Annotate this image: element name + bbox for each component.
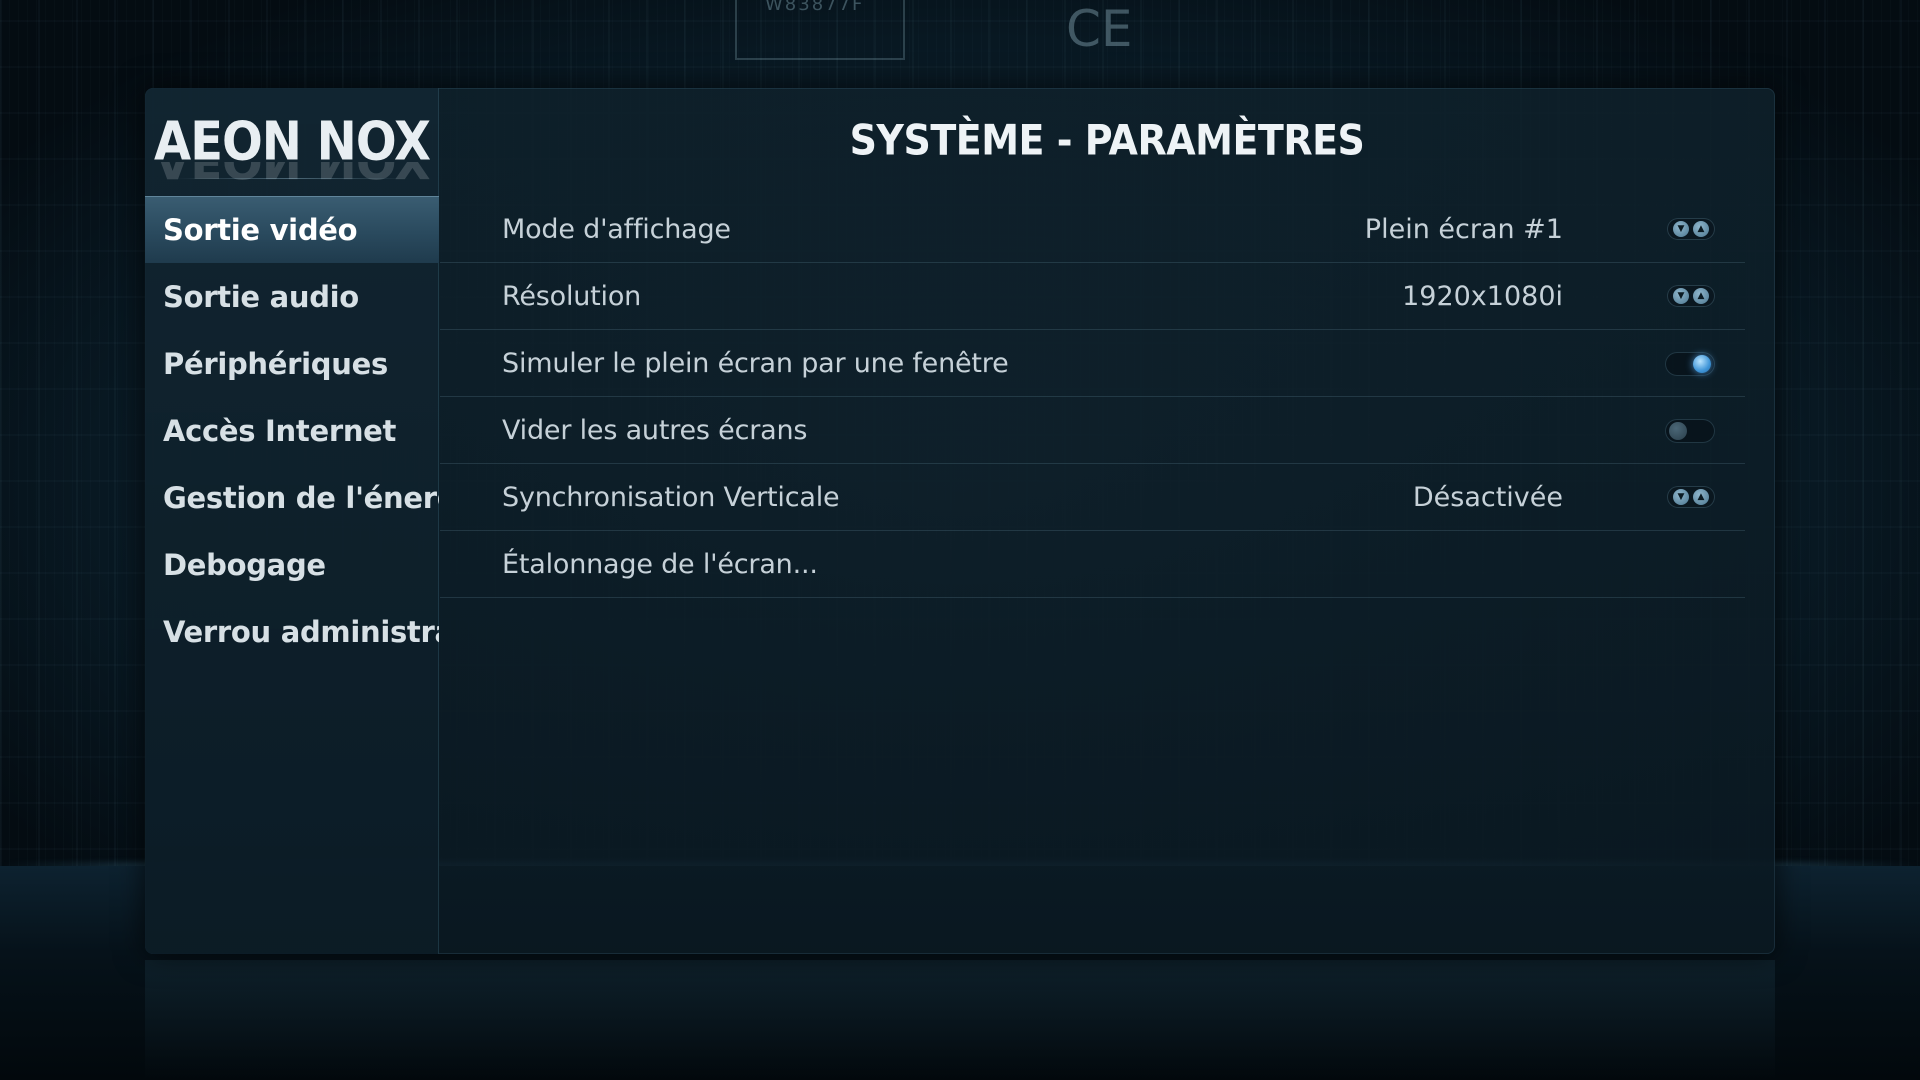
background-chip-label: W83877F xyxy=(765,0,865,15)
setting-row-mode-affichage[interactable]: Mode d'affichage Plein écran #1 ▼ ▲ xyxy=(440,196,1745,263)
sidebar-item-sortie-video[interactable]: Sortie vidéo xyxy=(145,196,439,263)
chevron-down-icon[interactable]: ▼ xyxy=(1673,288,1689,304)
setting-label: Résolution xyxy=(502,280,642,312)
value-spinner: ▼ ▲ xyxy=(1667,218,1715,240)
chevron-up-icon[interactable]: ▲ xyxy=(1693,288,1709,304)
toggle-knob xyxy=(1693,355,1711,373)
chevron-up-icon[interactable]: ▲ xyxy=(1693,221,1709,237)
settings-panel: AEON NOX AEON NOX Sortie vidéo Sortie au… xyxy=(145,88,1775,954)
sidebar-item-verrou-administrateur[interactable]: Verrou administra... xyxy=(145,598,439,665)
sidebar-item-acces-internet[interactable]: Accès Internet xyxy=(145,397,439,464)
setting-label: Vider les autres écrans xyxy=(502,414,808,446)
setting-row-etalonnage-ecran[interactable]: Étalonnage de l'écran... xyxy=(440,531,1745,598)
logo-reflection: AEON NOX xyxy=(145,162,439,184)
setting-row-synchronisation-verticale[interactable]: Synchronisation Verticale Désactivée ▼ ▲ xyxy=(440,464,1745,531)
skin-background: W83877F CE AEON NOX AEON NOX Sortie vidé… xyxy=(0,0,1920,1080)
toggle-switch[interactable] xyxy=(1665,352,1715,376)
toggle-switch[interactable] xyxy=(1665,419,1715,443)
settings-list: Mode d'affichage Plein écran #1 ▼ ▲ Réso… xyxy=(440,196,1745,598)
setting-value: 1920x1080i xyxy=(1402,280,1563,312)
sidebar-item-gestion-energie[interactable]: Gestion de l'énergie xyxy=(145,464,439,531)
sidebar-item-label: Gestion de l'énergie xyxy=(163,480,439,515)
sidebar-item-label: Sortie audio xyxy=(163,279,359,314)
sidebar-nav: Sortie vidéo Sortie audio Périphériques … xyxy=(145,196,439,665)
setting-label: Mode d'affichage xyxy=(502,213,731,245)
value-spinner: ▼ ▲ xyxy=(1667,486,1715,508)
toggle-knob xyxy=(1669,422,1687,440)
value-spinner: ▼ ▲ xyxy=(1667,285,1715,307)
chevron-down-icon[interactable]: ▼ xyxy=(1673,221,1689,237)
setting-row-resolution[interactable]: Résolution 1920x1080i ▼ ▲ xyxy=(440,263,1745,330)
sidebar-item-label: Accès Internet xyxy=(163,413,397,448)
sidebar-item-label: Verrou administra... xyxy=(163,614,439,649)
chevron-down-icon[interactable]: ▼ xyxy=(1673,489,1689,505)
chevron-up-icon[interactable]: ▲ xyxy=(1693,489,1709,505)
background-chip: W83877F xyxy=(735,0,905,60)
panel-reflection xyxy=(145,960,1775,1080)
setting-label: Simuler le plein écran par une fenêtre xyxy=(502,347,1009,379)
sidebar: AEON NOX AEON NOX Sortie vidéo Sortie au… xyxy=(145,88,439,954)
sidebar-item-peripheriques[interactable]: Périphériques xyxy=(145,330,439,397)
logo-divider xyxy=(175,178,409,179)
page-title: SYSTÈME - PARAMÈTRES xyxy=(849,115,1365,165)
setting-label: Étalonnage de l'écran... xyxy=(502,548,818,580)
sidebar-item-label: Sortie vidéo xyxy=(163,212,358,247)
sidebar-item-label: Périphériques xyxy=(163,346,388,381)
setting-label: Synchronisation Verticale xyxy=(502,481,840,513)
setting-value: Plein écran #1 xyxy=(1364,213,1563,245)
skin-logo: AEON NOX AEON NOX xyxy=(145,110,439,198)
sidebar-item-sortie-audio[interactable]: Sortie audio xyxy=(145,263,439,330)
setting-value: Désactivée xyxy=(1412,481,1563,513)
setting-row-vider-autres-ecrans[interactable]: Vider les autres écrans xyxy=(440,397,1745,464)
sidebar-item-debogage[interactable]: Debogage xyxy=(145,531,439,598)
setting-row-simuler-plein-ecran[interactable]: Simuler le plein écran par une fenêtre xyxy=(440,330,1745,397)
sidebar-item-label: Debogage xyxy=(163,547,326,582)
background-ce-mark: CE xyxy=(1066,0,1133,58)
logo-reflection-text: AEON NOX xyxy=(145,162,439,184)
